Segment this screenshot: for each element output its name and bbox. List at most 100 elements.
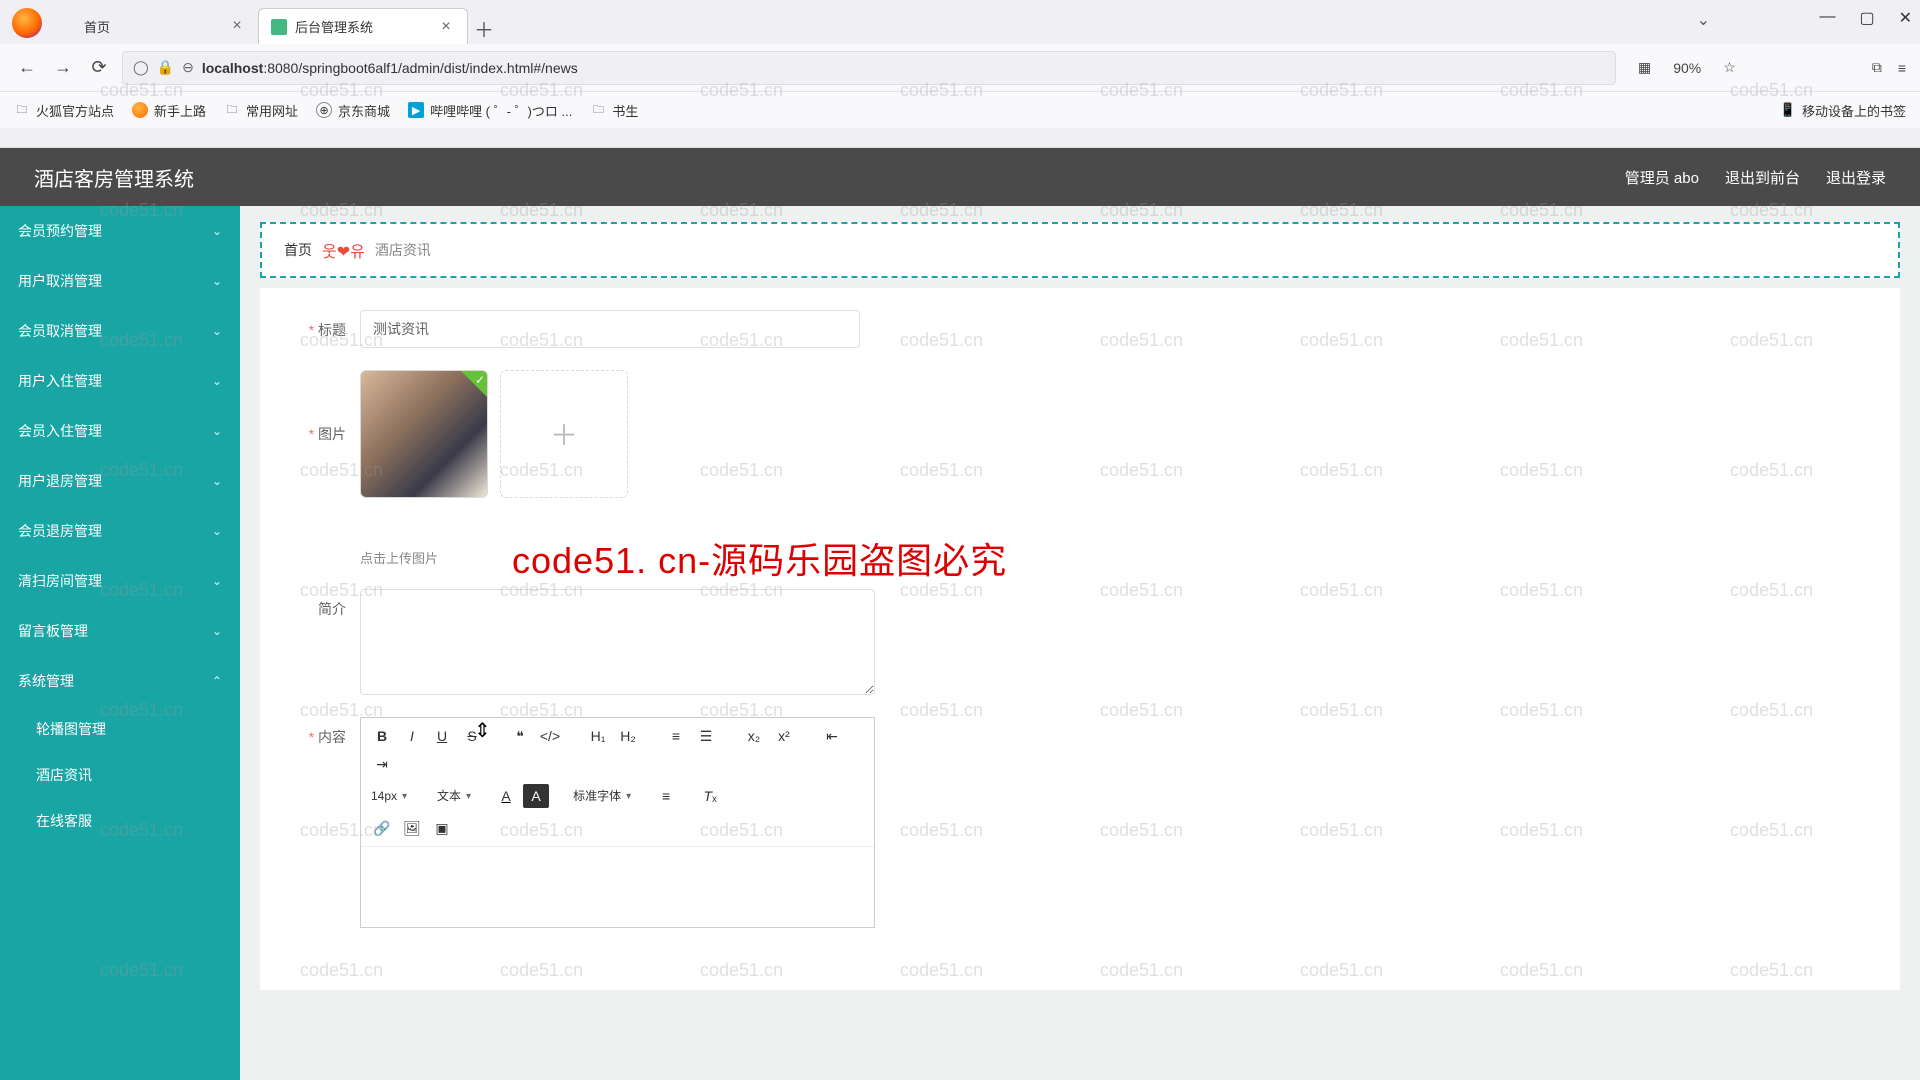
text-color-icon[interactable]: A: [493, 784, 519, 808]
maximize-button[interactable]: ▢: [1859, 8, 1874, 28]
text-style-select[interactable]: 文本: [435, 784, 478, 808]
sidebar-item[interactable]: 会员入住管理⌄: [0, 406, 240, 456]
address-actions: ▦ 90% ☆ ⧉ ≡: [1638, 58, 1906, 78]
editor-toolbar: B I U S ❝ </> H₁ H₂ ≡ ☰ x₂: [361, 718, 874, 847]
bg-color-icon[interactable]: A: [523, 784, 549, 808]
new-tab-button[interactable]: ＋: [468, 12, 500, 44]
bookmark-jd[interactable]: ⊕京东商城: [316, 101, 390, 120]
chevron-down-icon: ⌄: [212, 424, 222, 438]
qr-icon[interactable]: ▦: [1638, 59, 1651, 76]
bookmark-firefox[interactable]: 🗀火狐官方站点: [14, 101, 114, 120]
bookmark-star-icon[interactable]: ☆: [1723, 59, 1736, 76]
bookmark-mobile[interactable]: 📱移动设备上的书签: [1780, 101, 1906, 120]
sidebar-item[interactable]: 用户取消管理⌄: [0, 256, 240, 306]
favicon-vue-icon: [271, 19, 287, 35]
sidebar: 会员预约管理⌄ 用户取消管理⌄ 会员取消管理⌄ 用户入住管理⌄ 会员入住管理⌄ …: [0, 206, 240, 1080]
sidebar-item-system[interactable]: 系统管理⌃: [0, 656, 240, 706]
permission-icon: ⊖: [182, 59, 194, 76]
breadcrumb-page: 酒店资讯: [375, 240, 431, 260]
close-window-button[interactable]: ✕: [1899, 8, 1912, 28]
video-icon[interactable]: ▣: [429, 816, 455, 840]
subscript-icon[interactable]: x₂: [741, 724, 767, 748]
h1-icon[interactable]: H₁: [585, 724, 611, 748]
image-icon[interactable]: 🖼: [399, 816, 425, 840]
sidebar-item[interactable]: 用户入住管理⌄: [0, 356, 240, 406]
tabs-dropdown-icon[interactable]: ⌄: [1697, 10, 1710, 30]
app-body: 会员预约管理⌄ 用户取消管理⌄ 会员取消管理⌄ 用户入住管理⌄ 会员入住管理⌄ …: [0, 206, 1920, 1080]
heart-icon: 웃❤유: [322, 238, 365, 262]
bookmark-bilibili[interactable]: ▶哔哩哔哩 ( ゜- ゜)つロ ...: [408, 101, 572, 120]
form-row-title: 标题: [290, 310, 1870, 348]
forward-button[interactable]: →: [50, 55, 76, 81]
bookmark-shusheng[interactable]: 🗀书生: [590, 101, 638, 120]
indent-icon[interactable]: ⇥: [369, 752, 395, 776]
tab-home[interactable]: 首页 ×: [48, 8, 258, 44]
sidebar-item[interactable]: 清扫房间管理⌄: [0, 556, 240, 606]
tab-strip: 首页 × 后台管理系统 × ＋ ⌄ — ▢ ✕: [0, 0, 1920, 44]
tab-title: 后台管理系统: [295, 17, 437, 36]
tab-title: 首页: [84, 17, 228, 36]
outdent-icon[interactable]: ⇤: [819, 724, 845, 748]
app-header: 酒店客房管理系统 管理员 abo 退出到前台 退出登录: [0, 148, 1920, 206]
align-icon[interactable]: ≡: [653, 784, 679, 808]
form-row-content: 内容 B I U S ❝ </> H₁ H₂ ≡: [290, 717, 1870, 928]
sidebar-item[interactable]: 用户退房管理⌄: [0, 456, 240, 506]
minimize-button[interactable]: —: [1819, 8, 1835, 28]
sidebar-sub-service[interactable]: 在线客服: [0, 798, 240, 844]
bookmarks-bar: 🗀火狐官方站点 新手上路 🗀常用网址 ⊕京东商城 ▶哔哩哔哩 ( ゜- ゜)つロ…: [0, 92, 1920, 128]
address-row: ← → ⟳ ◯ 🔒 ⊖ localhost:8080/springboot6al…: [0, 44, 1920, 92]
shield-icon: ◯: [133, 59, 149, 76]
chevron-down-icon: ⌄: [212, 324, 222, 338]
zoom-level[interactable]: 90%: [1667, 58, 1707, 78]
bookmark-getting-started[interactable]: 新手上路: [132, 101, 206, 120]
chevron-down-icon: ⌄: [212, 624, 222, 638]
tab-close-icon[interactable]: ×: [437, 18, 455, 36]
check-icon: [461, 371, 487, 397]
title-input[interactable]: [360, 310, 860, 348]
admin-label[interactable]: 管理员 abo: [1625, 167, 1699, 188]
sidebar-sub-news[interactable]: 酒店资讯: [0, 752, 240, 798]
link-icon[interactable]: 🔗: [369, 816, 395, 840]
tab-admin[interactable]: 后台管理系统 ×: [258, 8, 468, 44]
logout-button[interactable]: 退出登录: [1826, 167, 1886, 188]
breadcrumb-home[interactable]: 首页: [284, 240, 312, 260]
exit-to-front-button[interactable]: 退出到前台: [1725, 167, 1800, 188]
sidebar-item[interactable]: 会员退房管理⌄: [0, 506, 240, 556]
app-menu-icon[interactable]: ≡: [1898, 60, 1906, 76]
quote-icon[interactable]: ❝: [507, 724, 533, 748]
superscript-icon[interactable]: x²: [771, 724, 797, 748]
form-row-intro: 简介: [290, 589, 1870, 695]
italic-icon[interactable]: I: [399, 724, 425, 748]
tab-close-icon[interactable]: ×: [228, 17, 246, 35]
sidebar-sub-carousel[interactable]: 轮播图管理: [0, 706, 240, 752]
editor-content[interactable]: [361, 847, 874, 927]
clear-format-icon[interactable]: Tₓ: [697, 784, 723, 808]
label-content: 内容: [290, 717, 360, 747]
lock-icon: 🔒: [157, 59, 174, 76]
bookmark-common[interactable]: 🗀常用网址: [224, 101, 298, 120]
sidebar-item[interactable]: 留言板管理⌄: [0, 606, 240, 656]
ol-icon[interactable]: ≡: [663, 724, 689, 748]
label-intro: 简介: [290, 589, 360, 619]
font-family-select[interactable]: 标准字体: [571, 784, 638, 808]
extensions-icon[interactable]: ⧉: [1872, 59, 1882, 76]
uploaded-thumbnail[interactable]: [360, 370, 488, 498]
header-actions: 管理员 abo 退出到前台 退出登录: [1625, 167, 1886, 188]
h2-icon[interactable]: H₂: [615, 724, 641, 748]
underline-icon[interactable]: U: [429, 724, 455, 748]
upload-button[interactable]: ＋: [500, 370, 628, 498]
bold-icon[interactable]: B: [369, 724, 395, 748]
font-size-select[interactable]: 14px: [369, 784, 414, 808]
code-icon[interactable]: </>: [537, 724, 563, 748]
intro-textarea[interactable]: [360, 589, 875, 695]
app-title: 酒店客房管理系统: [34, 163, 194, 192]
sidebar-item[interactable]: 会员预约管理⌄: [0, 206, 240, 256]
strike-icon[interactable]: S: [459, 724, 485, 748]
ul-icon[interactable]: ☰: [693, 724, 719, 748]
back-button[interactable]: ←: [14, 55, 40, 81]
chevron-down-icon: ⌄: [212, 224, 222, 238]
reload-button[interactable]: ⟳: [86, 55, 112, 81]
address-bar[interactable]: ◯ 🔒 ⊖ localhost:8080/springboot6alf1/adm…: [122, 51, 1616, 85]
chevron-down-icon: ⌄: [212, 474, 222, 488]
sidebar-item[interactable]: 会员取消管理⌄: [0, 306, 240, 356]
